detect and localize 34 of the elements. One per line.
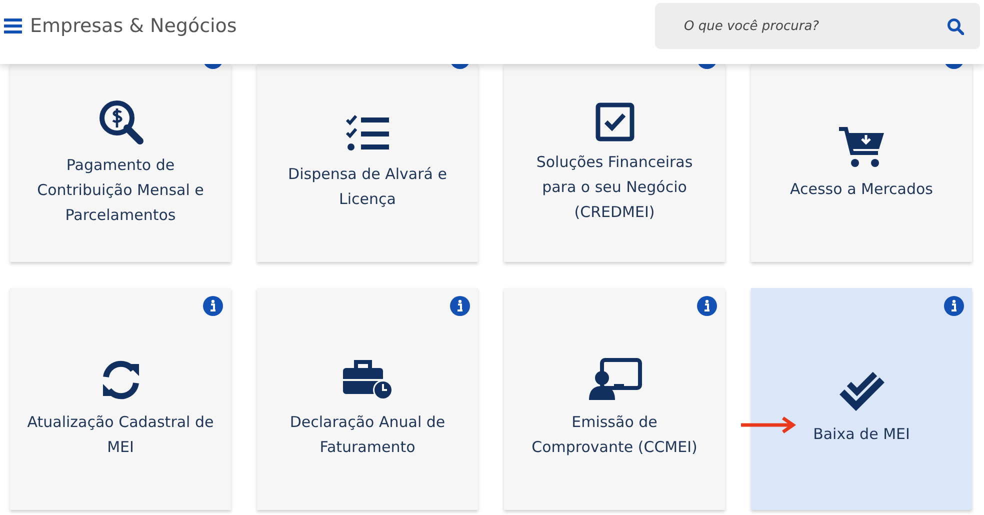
search-input[interactable]: O que você procura?	[682, 18, 926, 34]
shopping-cart-icon	[838, 124, 886, 168]
search-icon[interactable]	[947, 18, 964, 34]
service-card[interactable]: Emissão de Comprovante (CCMEI)	[504, 288, 725, 510]
service-card[interactable]: Dispensa de Alvará e Licença	[257, 64, 478, 262]
page-title: Empresas & Negócios	[30, 15, 237, 37]
card-label: Emissão de Comprovante (CCMEI)	[530, 412, 698, 458]
service-card[interactable]: Soluções Financeiras para o seu Negócio (CREDMEI)	[504, 64, 725, 262]
double-check-icon	[838, 372, 884, 414]
service-card[interactable]: Atualização Cadastral de MEI	[10, 288, 231, 510]
info-icon[interactable]	[450, 296, 470, 316]
card-label: Soluções Financeiras para o seu Negócio (CREDMEI)	[535, 152, 694, 222]
service-card[interactable]: Acesso a Mercados	[751, 64, 972, 262]
service-card[interactable]: Baixa de MEI	[751, 288, 972, 510]
info-icon[interactable]	[203, 296, 223, 316]
card-label: Dispensa de Alvará e Licença	[287, 164, 448, 210]
info-icon[interactable]	[450, 64, 470, 69]
card-label: Atualização Cadastral de MEI	[26, 412, 215, 458]
card-label: Pagamento de Contribuição Mensal e Parcelamentos	[36, 154, 205, 226]
service-card[interactable]: Pagamento de Contribuição Mensal e Parcelamentos	[10, 64, 231, 262]
card-label: Declaração Anual de Faturamento	[288, 412, 446, 458]
search-field[interactable]: O que você procura?	[655, 3, 980, 49]
service-card[interactable]: Declaração Anual de Faturamento	[257, 288, 478, 510]
info-icon[interactable]	[697, 64, 717, 69]
presenter-board-icon	[588, 358, 642, 402]
menu-icon[interactable]	[4, 18, 22, 34]
info-icon[interactable]	[944, 296, 964, 316]
info-icon[interactable]	[697, 296, 717, 316]
info-icon[interactable]	[944, 64, 964, 69]
info-icon[interactable]	[203, 64, 223, 69]
card-label: Acesso a Mercados	[790, 178, 933, 200]
checkbox-icon	[594, 102, 634, 142]
card-label: Baixa de MEI	[813, 424, 910, 444]
magnifier-dollar-icon	[98, 98, 144, 144]
